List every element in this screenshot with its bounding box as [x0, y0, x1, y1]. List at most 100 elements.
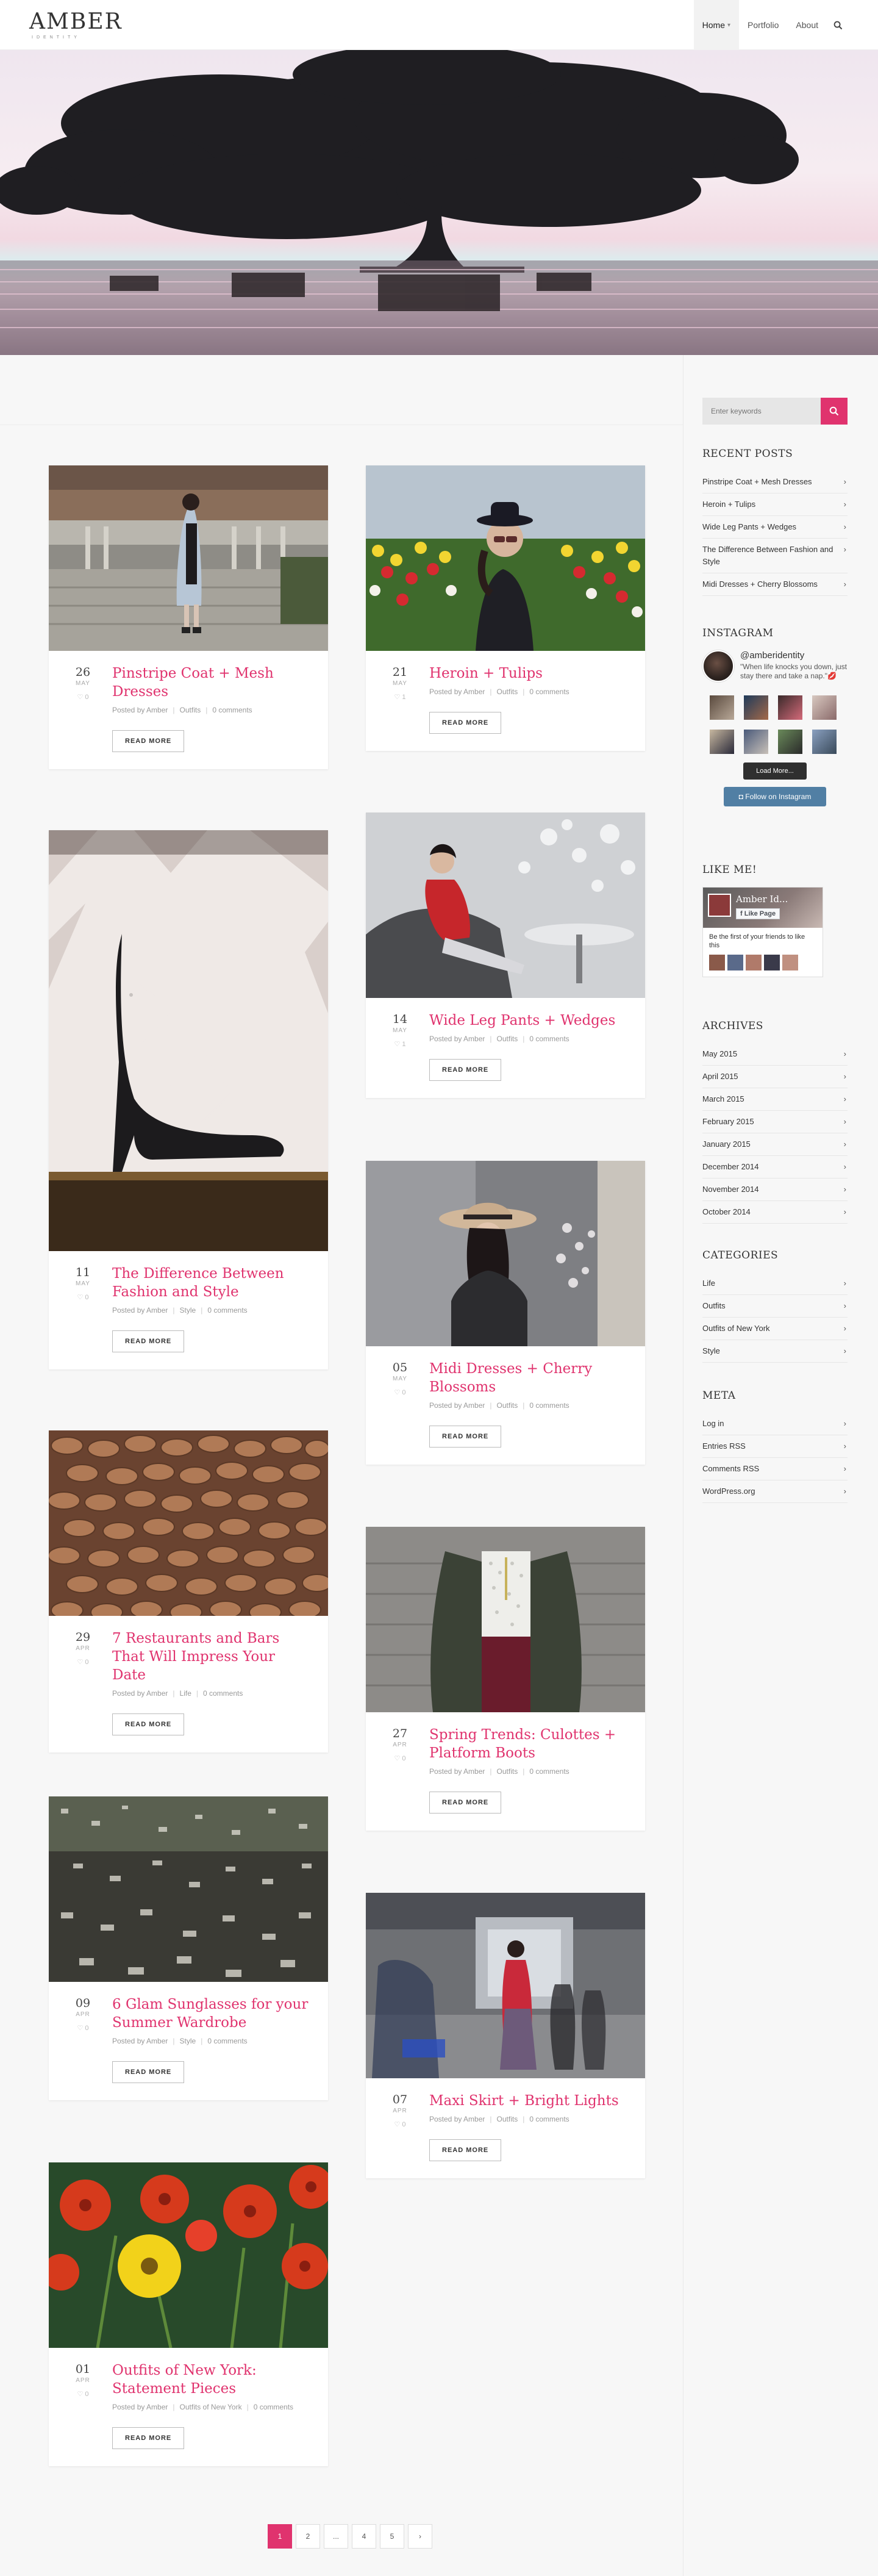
- site-logo[interactable]: AMBER IDENTITY: [29, 10, 123, 40]
- instagram-load-more-button[interactable]: Load More...: [743, 762, 807, 780]
- search-toggle-button[interactable]: [827, 0, 849, 50]
- nav-item-portfolio[interactable]: Portfolio: [739, 0, 787, 50]
- post-author[interactable]: Posted by Amber: [429, 1767, 485, 1776]
- post-title[interactable]: Heroin + Tulips: [429, 664, 627, 683]
- post-author[interactable]: Posted by Amber: [429, 2115, 485, 2123]
- instagram-photo[interactable]: [744, 695, 768, 720]
- recent-post-item[interactable]: Pinstripe Coat + Mesh Dresses ›: [702, 471, 848, 493]
- next-page-button[interactable]: ›: [408, 2524, 432, 2549]
- post-thumbnail[interactable]: [366, 1527, 645, 1712]
- post-thumbnail[interactable]: [366, 813, 645, 998]
- post-comments[interactable]: 0 comments: [207, 1306, 247, 1315]
- post-title[interactable]: The Difference Between Fashion and Style: [112, 1265, 310, 1301]
- post-author[interactable]: Posted by Amber: [112, 1689, 168, 1698]
- post-thumbnail[interactable]: [49, 2162, 328, 2348]
- meta-item[interactable]: WordPress.org ›: [702, 1480, 848, 1503]
- post-thumbnail[interactable]: [49, 1430, 328, 1616]
- search-submit-button[interactable]: [821, 398, 848, 425]
- post-author[interactable]: Posted by Amber: [112, 2037, 168, 2045]
- meta-item[interactable]: Comments RSS ›: [702, 1458, 848, 1480]
- like-counter[interactable]: ♡ 0: [67, 1658, 99, 1666]
- like-counter[interactable]: ♡ 1: [384, 1040, 416, 1048]
- post-comments[interactable]: 0 comments: [207, 2037, 247, 2045]
- like-counter[interactable]: ♡ 0: [384, 1754, 416, 1762]
- archive-item[interactable]: October 2014 ›: [702, 1201, 848, 1224]
- post-category[interactable]: Outfits: [180, 706, 201, 714]
- nav-item-home[interactable]: Home ▾: [693, 0, 740, 50]
- post-category[interactable]: Outfits: [497, 1767, 518, 1776]
- post-category[interactable]: Outfits: [497, 2115, 518, 2123]
- meta-item[interactable]: Entries RSS ›: [702, 1435, 848, 1458]
- archive-item[interactable]: April 2015 ›: [702, 1066, 848, 1088]
- post-category[interactable]: Style: [180, 2037, 196, 2045]
- recent-post-item[interactable]: The Difference Between Fashion and Style…: [702, 539, 848, 573]
- read-more-button[interactable]: READ MORE: [112, 1713, 185, 1735]
- read-more-button[interactable]: READ MORE: [112, 1330, 185, 1352]
- post-thumbnail[interactable]: [49, 465, 328, 651]
- page-link[interactable]: 2: [296, 2524, 320, 2549]
- archive-item[interactable]: January 2015 ›: [702, 1133, 848, 1156]
- read-more-button[interactable]: READ MORE: [429, 1792, 502, 1814]
- post-thumbnail[interactable]: [49, 830, 328, 1251]
- post-thumbnail[interactable]: [49, 1796, 328, 1982]
- like-counter[interactable]: ♡ 0: [67, 2390, 99, 2398]
- post-author[interactable]: Posted by Amber: [112, 706, 168, 714]
- post-title[interactable]: Spring Trends: Culottes + Platform Boots: [429, 1726, 627, 1762]
- like-counter[interactable]: ♡ 0: [67, 693, 99, 701]
- read-more-button[interactable]: READ MORE: [112, 2427, 185, 2449]
- post-category[interactable]: Style: [180, 1306, 196, 1315]
- page-link-current[interactable]: 1: [268, 2524, 292, 2549]
- recent-post-item[interactable]: Midi Dresses + Cherry Blossoms ›: [702, 573, 848, 596]
- post-comments[interactable]: 0 comments: [212, 706, 252, 714]
- like-counter[interactable]: ♡ 0: [67, 2024, 99, 2032]
- post-title[interactable]: Midi Dresses + Cherry Blossoms: [429, 1360, 627, 1396]
- instagram-photo[interactable]: [710, 730, 734, 754]
- category-item[interactable]: Style ›: [702, 1340, 848, 1363]
- avatar[interactable]: [702, 650, 734, 682]
- post-comments[interactable]: 0 comments: [529, 1035, 569, 1043]
- read-more-button[interactable]: READ MORE: [429, 1059, 502, 1081]
- post-author[interactable]: Posted by Amber: [429, 687, 485, 696]
- category-item[interactable]: Outfits ›: [702, 1295, 848, 1318]
- facebook-friend-avatar[interactable]: [782, 955, 798, 970]
- instagram-photo[interactable]: [710, 695, 734, 720]
- category-item[interactable]: Outfits of New York ›: [702, 1318, 848, 1340]
- post-author[interactable]: Posted by Amber: [112, 1306, 168, 1315]
- facebook-friend-avatar[interactable]: [727, 955, 743, 970]
- page-link[interactable]: 5: [380, 2524, 404, 2549]
- post-title[interactable]: Wide Leg Pants + Wedges: [429, 1011, 627, 1030]
- post-title[interactable]: Maxi Skirt + Bright Lights: [429, 2092, 627, 2110]
- post-title[interactable]: 6 Glam Sunglasses for your Summer Wardro…: [112, 1995, 310, 2032]
- post-comments[interactable]: 0 comments: [529, 2115, 569, 2123]
- read-more-button[interactable]: READ MORE: [429, 2139, 502, 2161]
- instagram-photo[interactable]: [744, 730, 768, 754]
- post-thumbnail[interactable]: [366, 1161, 645, 1346]
- read-more-button[interactable]: READ MORE: [429, 712, 502, 734]
- archive-item[interactable]: February 2015 ›: [702, 1111, 848, 1133]
- post-title[interactable]: 7 Restaurants and Bars That Will Impress…: [112, 1629, 310, 1684]
- post-author[interactable]: Posted by Amber: [429, 1401, 485, 1410]
- recent-post-item[interactable]: Heroin + Tulips ›: [702, 493, 848, 516]
- post-category[interactable]: Outfits: [497, 1035, 518, 1043]
- meta-item[interactable]: Log in ›: [702, 1413, 848, 1435]
- post-thumbnail[interactable]: [366, 1893, 645, 2078]
- post-comments[interactable]: 0 comments: [529, 1767, 569, 1776]
- instagram-photo[interactable]: [812, 730, 837, 754]
- like-counter[interactable]: ♡ 0: [67, 1293, 99, 1301]
- nav-item-about[interactable]: About: [787, 0, 827, 50]
- instagram-photo[interactable]: [812, 695, 837, 720]
- category-item[interactable]: Life ›: [702, 1272, 848, 1295]
- instagram-username[interactable]: @amberidentity: [740, 650, 848, 661]
- read-more-button[interactable]: READ MORE: [112, 730, 185, 752]
- archive-item[interactable]: November 2014 ›: [702, 1179, 848, 1201]
- search-input[interactable]: [702, 398, 821, 425]
- archive-item[interactable]: March 2015 ›: [702, 1088, 848, 1111]
- archive-item[interactable]: May 2015 ›: [702, 1043, 848, 1066]
- instagram-photo[interactable]: [778, 695, 802, 720]
- post-category[interactable]: Outfits: [497, 1401, 518, 1410]
- post-category[interactable]: Outfits: [497, 687, 518, 696]
- facebook-like-button[interactable]: f Like Page: [736, 908, 780, 919]
- recent-post-item[interactable]: Wide Leg Pants + Wedges ›: [702, 516, 848, 539]
- facebook-friend-avatar[interactable]: [709, 955, 725, 970]
- post-comments[interactable]: 0 comments: [254, 2403, 293, 2411]
